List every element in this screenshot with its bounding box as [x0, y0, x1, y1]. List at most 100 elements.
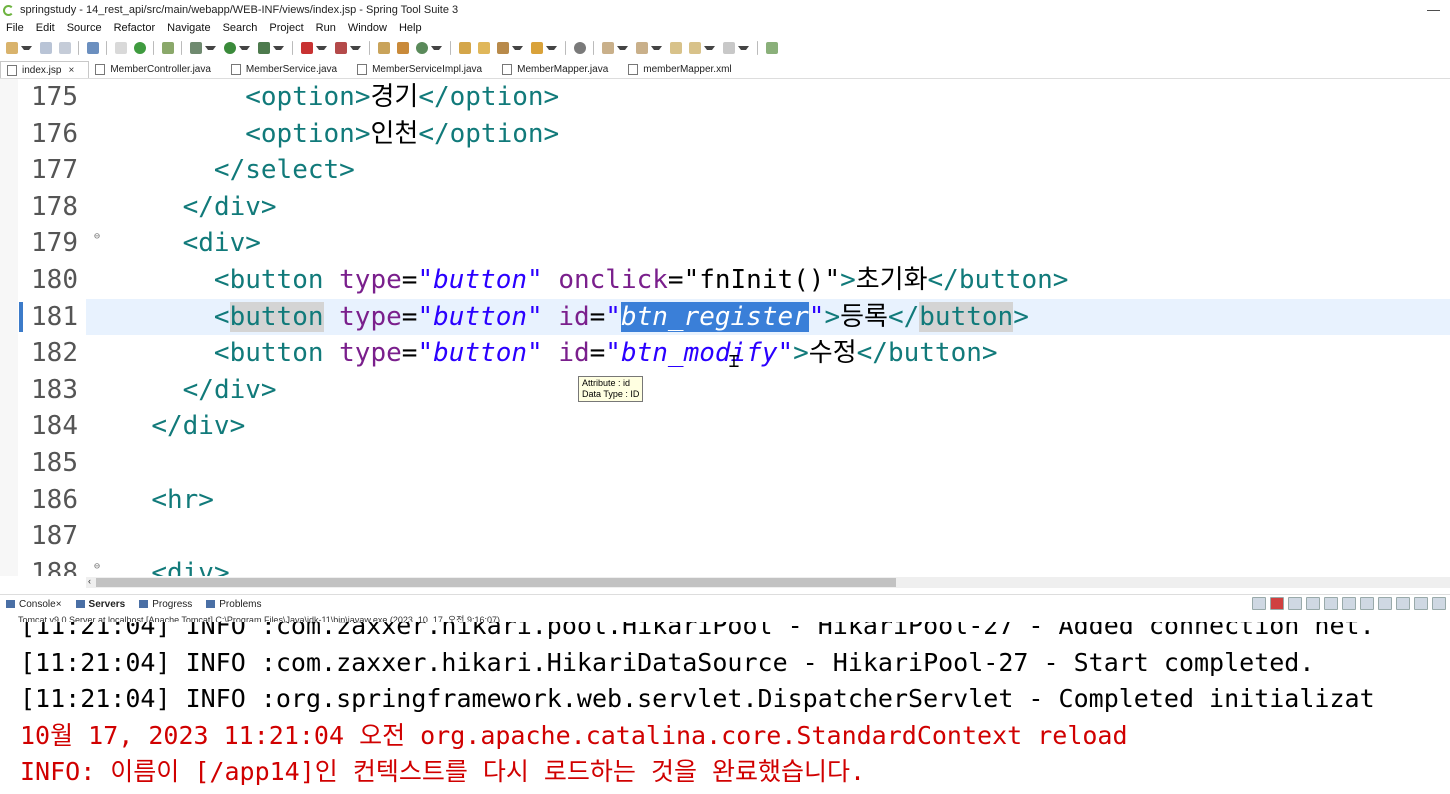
save-icon[interactable]	[40, 42, 52, 54]
open-task-icon[interactable]	[497, 42, 509, 54]
next-annotation-icon[interactable]	[602, 42, 614, 54]
code-line[interactable]: 187	[18, 518, 1450, 554]
console-output[interactable]: [11:21:04] INFO :com.zaxxer.hikari.pool.…	[0, 622, 1450, 794]
code-editor[interactable]: ⇟ 175 <option>경기</option>176 <option>인천<…	[0, 79, 1450, 576]
scrollbar-thumb[interactable]	[96, 578, 896, 587]
stop-icon[interactable]	[301, 42, 313, 54]
chevron-down-icon[interactable]	[273, 46, 284, 50]
chevron-down-icon[interactable]	[431, 46, 442, 50]
skip-breakpoints-icon[interactable]	[115, 42, 127, 54]
console-tab-label: Problems	[219, 598, 262, 610]
chevron-down-icon[interactable]	[651, 46, 662, 50]
menu-navigate[interactable]: Navigate	[161, 22, 216, 34]
console-tab-problems[interactable]: Problems	[200, 599, 269, 610]
new-spring-icon[interactable]	[416, 42, 428, 54]
code-line[interactable]: 177 </select>	[18, 152, 1450, 188]
show-on-output-icon[interactable]	[1360, 597, 1374, 610]
run-external-icon[interactable]	[258, 42, 270, 54]
word-wrap-icon[interactable]	[1342, 597, 1356, 610]
pin-editor-icon[interactable]	[766, 42, 778, 54]
code-line[interactable]: 179 ⊖ <div>	[18, 225, 1450, 261]
console-tab-progress[interactable]: Progress	[133, 599, 200, 610]
menu-help[interactable]: Help	[393, 22, 428, 34]
editor-horizontal-scrollbar[interactable]: ‹	[86, 576, 1450, 588]
console-tab-console[interactable]: Console ×	[0, 599, 70, 610]
save-all-icon[interactable]	[59, 42, 71, 54]
editor-tab[interactable]: MemberService.java	[225, 61, 351, 78]
menu-source[interactable]: Source	[61, 22, 108, 34]
spring-dashboard-icon[interactable]	[162, 42, 174, 54]
menu-search[interactable]: Search	[217, 22, 264, 34]
run-icon[interactable]	[224, 42, 236, 54]
editor-tab[interactable]: MemberServiceImpl.java	[351, 61, 496, 78]
editor-tab[interactable]: memberMapper.xml	[622, 61, 745, 78]
menu-edit[interactable]: Edit	[30, 22, 61, 34]
chevron-down-icon[interactable]	[21, 46, 32, 50]
open-console-icon[interactable]	[1414, 597, 1428, 610]
editor-tab[interactable]: MemberController.java	[89, 61, 225, 78]
jsp-file-icon	[7, 64, 17, 76]
tooltip-data-type: Data Type : ID	[582, 389, 640, 399]
fold-toggle-icon[interactable]: ⊖	[94, 219, 100, 255]
editor-tab[interactable]: MemberMapper.java	[496, 61, 622, 78]
globe-icon[interactable]	[574, 42, 586, 54]
code-line[interactable]: 180 <button type="button" onclick="fnIni…	[18, 262, 1450, 298]
display-console-icon[interactable]	[1396, 597, 1410, 610]
back-icon[interactable]	[689, 42, 701, 54]
new-icon[interactable]	[6, 42, 18, 54]
code-line[interactable]: 184 </div>	[18, 408, 1450, 444]
chevron-down-icon[interactable]	[205, 46, 216, 50]
remove-all-icon[interactable]	[1306, 597, 1320, 610]
menu-run[interactable]: Run	[310, 22, 342, 34]
chevron-down-icon[interactable]	[512, 46, 523, 50]
new-class-icon[interactable]	[397, 42, 409, 54]
menu-project[interactable]: Project	[263, 22, 309, 34]
editor-tab[interactable]: index.jsp ×	[0, 61, 90, 78]
terminal-icon[interactable]	[87, 42, 99, 54]
debug-icon[interactable]	[190, 42, 202, 54]
code-line[interactable]: 181 <button type="button" id="btn_regist…	[18, 298, 1450, 335]
remove-launch-icon[interactable]	[1288, 597, 1302, 610]
fold-toggle-icon[interactable]: ⊖	[94, 549, 100, 576]
forward-icon[interactable]	[723, 42, 735, 54]
new-package-icon[interactable]	[378, 42, 390, 54]
toolbar-separator	[593, 41, 594, 55]
pin-console-icon[interactable]	[1252, 597, 1266, 610]
minimize-view-icon[interactable]	[1432, 597, 1446, 610]
show-on-error-icon[interactable]	[1378, 597, 1392, 610]
code-line[interactable]: 178 </div>	[18, 189, 1450, 225]
menu-window[interactable]: Window	[342, 22, 393, 34]
menu-file[interactable]: File	[0, 22, 30, 34]
chevron-down-icon[interactable]	[350, 46, 361, 50]
close-icon[interactable]: ×	[68, 65, 74, 76]
code-line[interactable]: 185	[18, 445, 1450, 481]
terminate-icon[interactable]	[1270, 597, 1284, 610]
code-line[interactable]: 175 <option>경기</option>	[18, 79, 1450, 115]
close-icon[interactable]: ×	[56, 599, 62, 610]
code-line[interactable]: 188 ⊖ <div>	[18, 555, 1450, 576]
open-resource-icon[interactable]	[478, 42, 490, 54]
chevron-down-icon[interactable]	[738, 46, 749, 50]
code-tag-name: option	[449, 118, 544, 149]
search-icon[interactable]	[531, 42, 543, 54]
console-tab-servers[interactable]: Servers	[70, 599, 134, 610]
server-icon[interactable]	[335, 42, 347, 54]
chevron-down-icon[interactable]	[316, 46, 327, 50]
scroll-left-icon[interactable]: ‹	[88, 576, 91, 586]
code-line[interactable]: 183 </div>	[18, 372, 1450, 408]
toolbar-separator	[565, 41, 566, 55]
chevron-down-icon[interactable]	[546, 46, 557, 50]
minimize-button[interactable]: —	[1427, 2, 1440, 17]
code-line[interactable]: 176 <option>인천</option>	[18, 116, 1450, 152]
chevron-down-icon[interactable]	[239, 46, 250, 50]
chevron-down-icon[interactable]	[704, 46, 715, 50]
previous-annotation-icon[interactable]	[636, 42, 648, 54]
last-edit-icon[interactable]	[670, 42, 682, 54]
scroll-lock-icon[interactable]	[1324, 597, 1338, 610]
open-type-icon[interactable]	[459, 42, 471, 54]
spring-boot-icon[interactable]	[134, 42, 146, 54]
chevron-down-icon[interactable]	[617, 46, 628, 50]
code-line[interactable]: 186 <hr>	[18, 482, 1450, 518]
menu-refactor[interactable]: Refactor	[108, 22, 162, 34]
